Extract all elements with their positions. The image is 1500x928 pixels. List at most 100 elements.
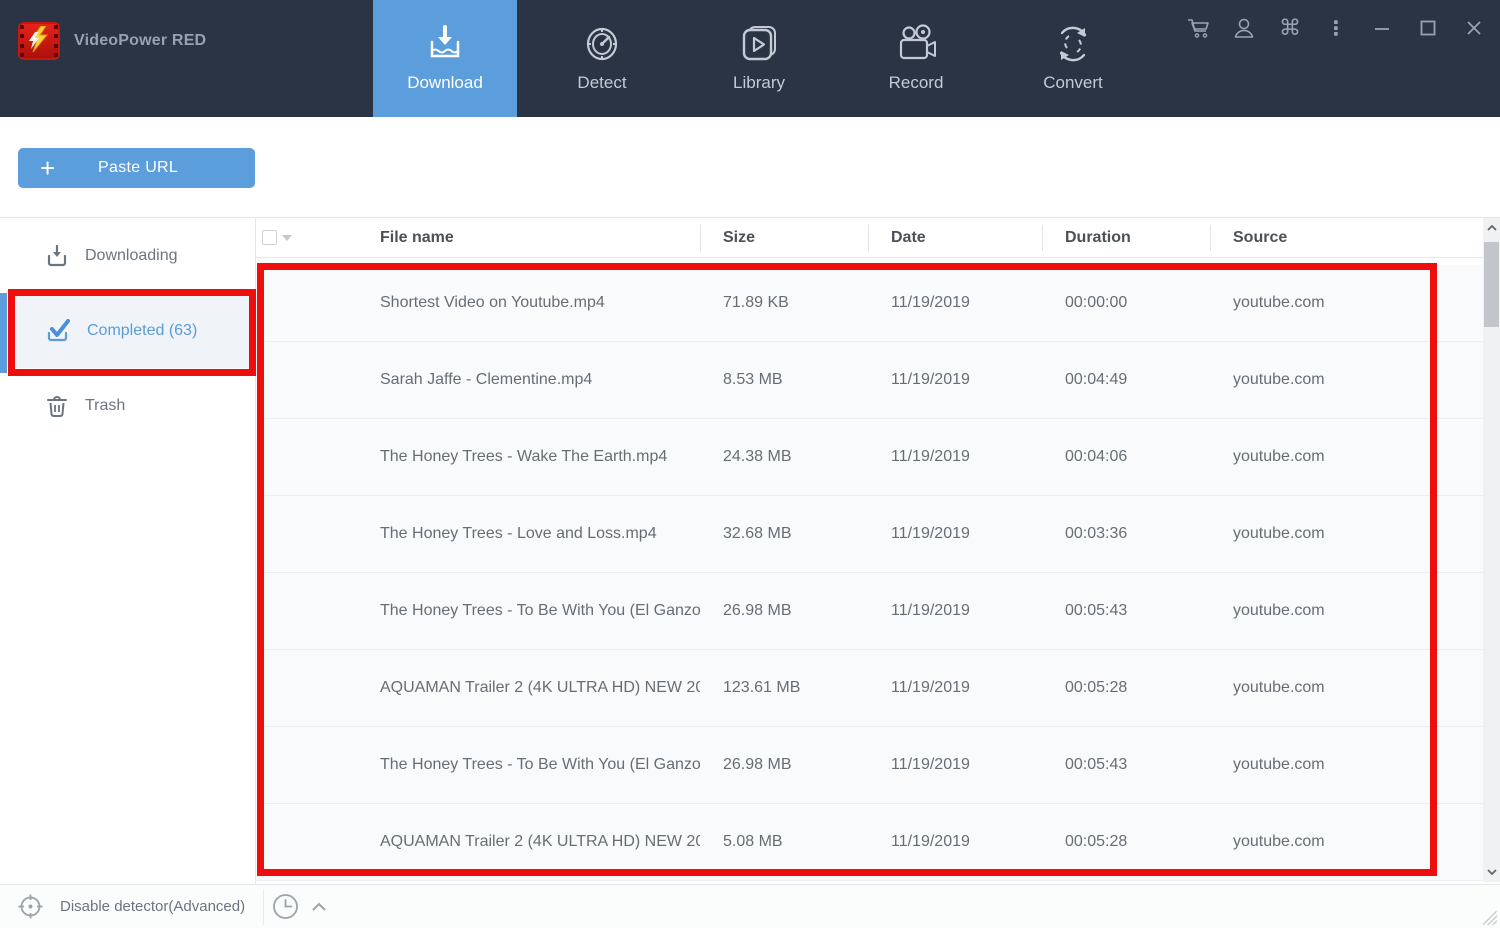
scroll-down-icon[interactable] [1483,862,1500,882]
download-icon [423,24,467,64]
sidebar-item-completed[interactable]: Completed (63) [0,293,255,368]
cell-duration: 00:04:49 [1042,371,1210,389]
cell-source: youtube.com [1210,756,1483,774]
sidebar-item-trash[interactable]: Trash [0,368,255,443]
cart-icon[interactable] [1186,16,1210,40]
scrollbar-thumb[interactable] [1484,242,1499,327]
row-checkbox[interactable] [262,370,264,389]
cell-size: 5.08 MB [700,833,868,851]
close-icon[interactable] [1462,16,1486,40]
tab-library[interactable]: Library [687,0,831,117]
scheduler-button[interactable] [272,893,327,920]
column-separator [868,225,869,251]
status-bar: Disable detector(Advanced) [0,884,1500,928]
title-bar: VideoPower RED Download [0,0,1500,117]
table-row[interactable]: The Honey Trees - To Be With You (El Gan… [256,727,1483,804]
cell-date: 11/19/2019 [868,371,1042,389]
table-row[interactable]: The Honey Trees - Wake The Earth.mp4 24.… [256,419,1483,496]
tab-record[interactable]: Record [844,0,988,117]
app-window: VideoPower RED Download [0,0,1500,928]
tab-library-label: Library [733,73,785,93]
select-all-checkbox[interactable] [262,230,277,245]
cell-source: youtube.com [1210,371,1483,389]
cell-source: youtube.com [1210,679,1483,697]
cell-size: 24.38 MB [700,448,868,466]
tab-convert-label: Convert [1043,73,1103,93]
sidebar-item-label: Downloading [85,247,178,265]
column-header-duration[interactable]: Duration [1042,229,1210,247]
plus-icon: + [40,155,55,181]
cell-filename: The Honey Trees - Wake The Earth.mp4 [318,448,700,466]
row-checkbox[interactable] [262,447,264,466]
library-icon [738,24,780,64]
select-dropdown-icon[interactable] [282,235,292,241]
cell-size: 123.61 MB [700,679,868,697]
detect-icon [581,24,623,64]
paste-url-label: Paste URL [55,159,221,177]
maximize-icon[interactable] [1416,16,1440,40]
paste-url-button[interactable]: + Paste URL [18,148,255,188]
row-checkbox[interactable] [262,832,264,851]
chevron-up-icon [311,902,327,912]
row-checkbox[interactable] [262,755,264,774]
cell-filename: The Honey Trees - To Be With You (El Gan… [318,756,700,774]
cell-size: 8.53 MB [700,371,868,389]
scroll-up-icon[interactable] [1483,218,1500,238]
tab-detect[interactable]: Detect [530,0,674,117]
cell-source: youtube.com [1210,448,1483,466]
column-separator [1210,225,1211,251]
table-row[interactable]: Shortest Video on Youtube.mp4 71.89 KB 1… [256,265,1483,342]
column-header-date[interactable]: Date [868,229,1042,247]
cell-source: youtube.com [1210,833,1483,851]
disable-detector-label: Disable detector(Advanced) [60,898,245,915]
column-separator [1042,225,1043,251]
cell-source: youtube.com [1210,602,1483,620]
row-checkbox[interactable] [262,678,264,697]
table-row[interactable]: The Honey Trees - To Be With You (El Gan… [256,573,1483,650]
cell-duration: 00:03:36 [1042,525,1210,543]
cell-date: 11/19/2019 [868,679,1042,697]
film-holes-left [20,25,24,57]
table-row[interactable]: AQUAMAN Trailer 2 (4K ULTRA HD) NEW 2018… [256,804,1483,881]
tab-download[interactable]: Download [373,0,517,117]
kebab-menu-icon[interactable]: ⋮ [1324,16,1348,40]
app-brand: VideoPower RED [18,22,206,60]
cell-filename: Sarah Jaffe - Clementine.mp4 [318,371,700,389]
clock-icon [272,893,299,920]
toolbar: + Paste URL [0,117,1500,218]
table-row[interactable]: The Honey Trees - Love and Loss.mp4 32.6… [256,496,1483,573]
row-checkbox[interactable] [262,293,264,312]
tab-convert[interactable]: Convert [1001,0,1145,117]
row-checkbox[interactable] [262,601,264,620]
account-icon[interactable] [1232,16,1256,40]
cell-date: 11/19/2019 [868,525,1042,543]
row-checkbox[interactable] [262,524,264,543]
vertical-scrollbar[interactable] [1483,218,1500,882]
statusbar-divider [263,889,264,925]
tab-detect-label: Detect [577,73,626,93]
record-icon [893,24,939,64]
app-title: VideoPower RED [74,32,206,50]
column-header-size[interactable]: Size [700,229,868,247]
selected-item-accent [0,293,7,373]
minimize-icon[interactable] [1370,16,1394,40]
disable-detector-button[interactable]: Disable detector(Advanced) [17,893,245,920]
column-separator [700,225,701,251]
convert-icon [1052,24,1094,64]
command-icon[interactable]: ⌘ [1278,16,1302,40]
cell-duration: 00:05:43 [1042,602,1210,620]
column-header-filename[interactable]: File name [318,229,700,247]
cell-date: 11/19/2019 [868,756,1042,774]
resize-grip-icon[interactable] [1483,911,1497,925]
cell-source: youtube.com [1210,294,1483,312]
sidebar-item-downloading[interactable]: Downloading [0,218,255,293]
cell-date: 11/19/2019 [868,602,1042,620]
cell-date: 11/19/2019 [868,294,1042,312]
file-table-body: Shortest Video on Youtube.mp4 71.89 KB 1… [256,265,1483,881]
main-navigation: Download Detect [373,0,1158,117]
table-row[interactable]: AQUAMAN Trailer 2 (4K ULTRA HD) NEW 2018… [256,650,1483,727]
cell-filename: The Honey Trees - Love and Loss.mp4 [318,525,700,543]
table-row[interactable]: Sarah Jaffe - Clementine.mp4 8.53 MB 11/… [256,342,1483,419]
column-header-source[interactable]: Source [1210,229,1483,247]
cell-size: 26.98 MB [700,602,868,620]
